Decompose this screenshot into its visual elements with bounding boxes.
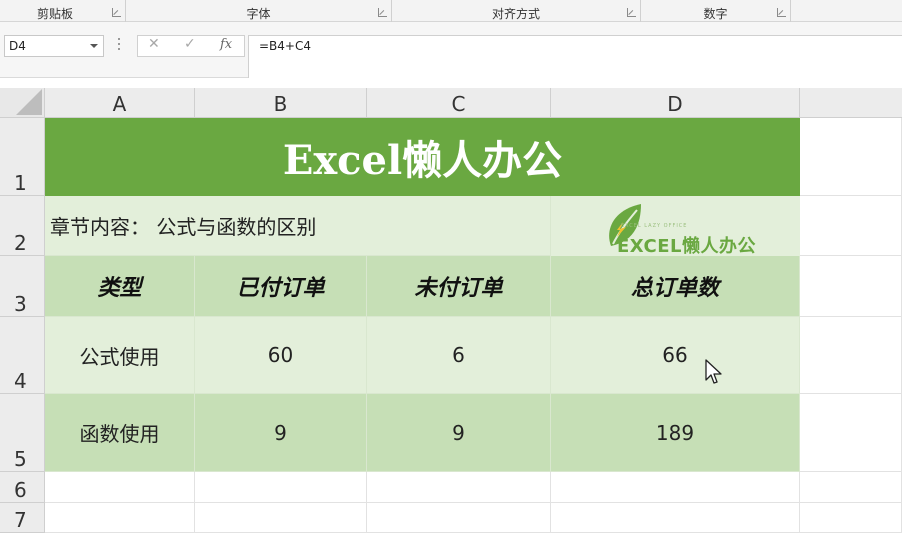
row-header-4-label: 4 <box>14 369 27 393</box>
cell-d5[interactable]: 189 <box>551 394 800 472</box>
cell-a5[interactable]: 函数使用 <box>45 394 195 472</box>
name-box[interactable]: D4 <box>4 35 104 57</box>
row-header-3-label: 3 <box>14 292 27 316</box>
logo-text: EXCEL懒人办公 <box>617 236 757 257</box>
cell-e2[interactable] <box>800 196 902 256</box>
select-all-corner[interactable] <box>0 88 45 118</box>
logo-tagline: EXCEL LAZY OFFICE <box>621 223 688 229</box>
ribbon-group-font: 字体 <box>126 0 392 22</box>
row-header-5-label: 5 <box>14 447 27 471</box>
cell-c4[interactable]: 6 <box>367 317 551 394</box>
column-header-a[interactable]: A <box>45 88 195 118</box>
mouse-pointer-icon <box>705 359 722 384</box>
column-header-c[interactable]: C <box>367 88 551 118</box>
header-paid-orders[interactable]: 已付订单 <box>195 256 367 317</box>
header-unpaid-orders[interactable]: 未付订单 <box>367 256 551 317</box>
chevron-down-icon[interactable] <box>90 44 98 48</box>
cell-c5[interactable]: 9 <box>367 394 551 472</box>
cancel-icon[interactable]: ✕ <box>148 36 160 52</box>
cell-b6[interactable] <box>195 472 367 503</box>
formula-bar: D4 ✕ ✓ fx =B4+C4 <box>0 22 902 78</box>
ribbon-group-alignment-label: 对齐方式 <box>491 7 540 21</box>
cell-c6[interactable] <box>367 472 551 503</box>
clipboard-dialog-launcher-icon[interactable] <box>112 8 121 17</box>
chapter-cell[interactable]: 章节内容： 公式与函数的区别 <box>45 196 551 256</box>
cell-e1[interactable] <box>800 118 902 196</box>
cell-c7[interactable] <box>367 503 551 533</box>
enter-icon[interactable]: ✓ <box>184 36 196 52</box>
ribbon-group-clipboard: 剪贴板 <box>0 0 126 22</box>
cell-e5[interactable] <box>800 394 902 472</box>
header-type[interactable]: 类型 <box>45 256 195 317</box>
row-header-6[interactable]: 6 <box>0 472 45 503</box>
ribbon-group-alignment: 对齐方式 <box>392 0 641 22</box>
header-total-orders[interactable]: 总订单数 <box>551 256 800 317</box>
cell-b4[interactable]: 60 <box>195 317 367 394</box>
font-dialog-launcher-icon[interactable] <box>378 8 387 17</box>
cell-e3[interactable] <box>800 256 902 317</box>
title-cell[interactable]: Excel懒人办公 <box>45 118 800 196</box>
row-header-1[interactable]: 1 <box>0 118 45 196</box>
row-header-4[interactable]: 4 <box>0 317 45 394</box>
cell-e7[interactable] <box>800 503 902 533</box>
cell-a7[interactable] <box>45 503 195 533</box>
spreadsheet-grid: A B C D 1 2 3 4 5 6 7 Excel懒人办公 章节内容： 公式… <box>0 78 902 540</box>
row-header-7-label: 7 <box>14 508 27 532</box>
row-header-2[interactable]: 2 <box>0 196 45 256</box>
row-header-7[interactable]: 7 <box>0 503 45 533</box>
cell-d6[interactable] <box>551 472 800 503</box>
cell-b5[interactable]: 9 <box>195 394 367 472</box>
cell-a4[interactable]: 公式使用 <box>45 317 195 394</box>
cell-a6[interactable] <box>45 472 195 503</box>
row-header-1-label: 1 <box>14 171 27 195</box>
row-header-2-label: 2 <box>14 231 27 255</box>
ribbon-group-font-label: 字体 <box>246 7 271 21</box>
cell-b7[interactable] <box>195 503 367 533</box>
column-header-e[interactable] <box>800 88 902 118</box>
number-dialog-launcher-icon[interactable] <box>777 8 786 17</box>
column-header-d[interactable]: D <box>551 88 800 118</box>
cell-e6[interactable] <box>800 472 902 503</box>
formula-input[interactable]: =B4+C4 <box>248 35 902 78</box>
ribbon-group-number-label: 数字 <box>703 7 728 21</box>
column-header-b[interactable]: B <box>195 88 367 118</box>
row-header-3[interactable]: 3 <box>0 256 45 317</box>
row-header-5[interactable]: 5 <box>0 394 45 472</box>
insert-function-button[interactable]: fx <box>220 37 232 52</box>
ribbon-group-bar: 剪贴板 字体 对齐方式 数字 <box>0 0 902 22</box>
row-header-6-label: 6 <box>14 478 27 502</box>
cell-d7[interactable] <box>551 503 800 533</box>
name-box-value: D4 <box>9 39 26 53</box>
logo-cell[interactable]: EXCEL LAZY OFFICE EXCEL懒人办公 <box>551 196 800 257</box>
cell-d4[interactable]: 66 <box>551 317 800 394</box>
alignment-dialog-launcher-icon[interactable] <box>627 8 636 17</box>
drag-handle-icon[interactable] <box>118 38 121 52</box>
ribbon-group-number: 数字 <box>641 0 791 22</box>
cell-e4[interactable] <box>800 317 902 394</box>
